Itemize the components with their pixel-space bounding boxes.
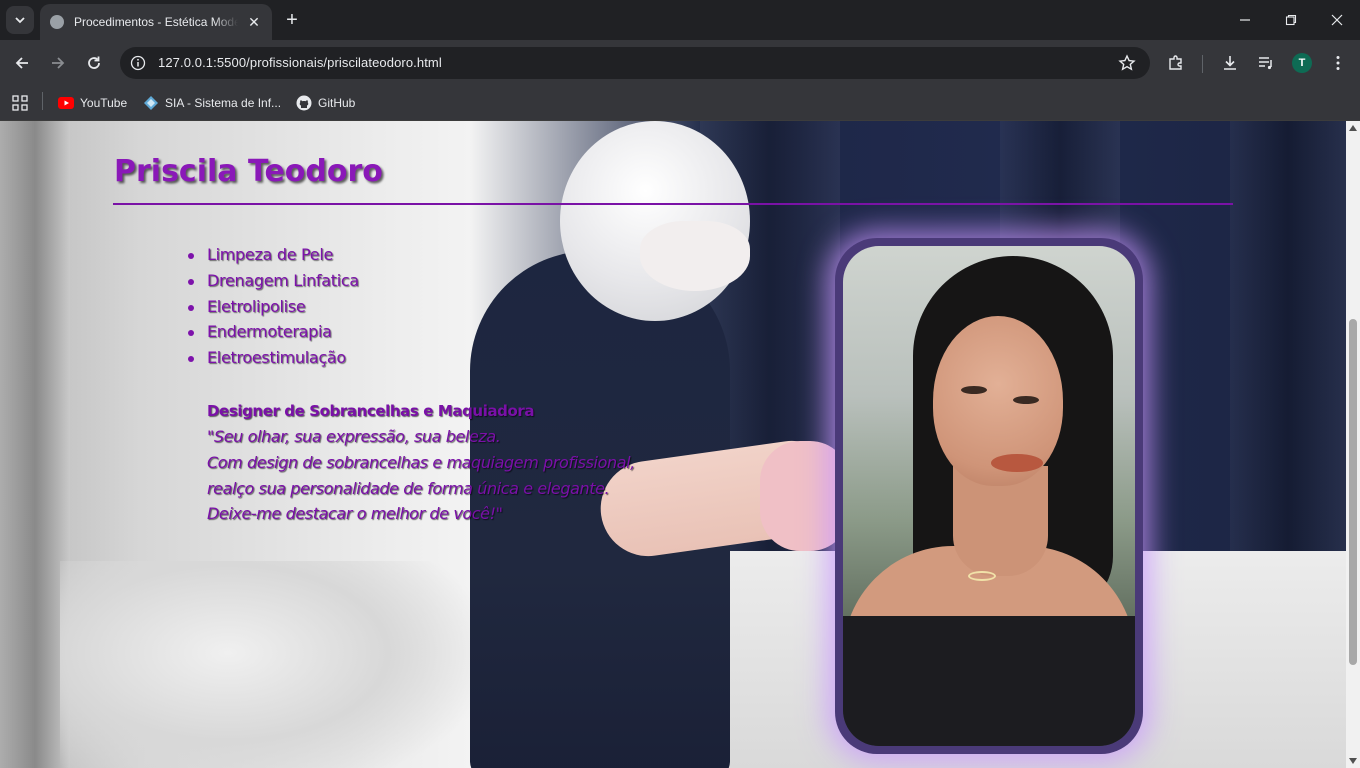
close-icon xyxy=(1331,14,1343,26)
media-control-button[interactable] xyxy=(1250,47,1282,79)
title-divider xyxy=(113,203,1233,205)
bookmark-label: GitHub xyxy=(318,96,356,110)
minimize-icon xyxy=(1240,19,1250,21)
arrow-left-icon xyxy=(15,57,28,69)
extensions-button[interactable] xyxy=(1160,47,1192,79)
page-title: Priscila Teodoro xyxy=(114,154,383,189)
forward-button[interactable] xyxy=(42,47,74,79)
new-tab-button[interactable]: + xyxy=(282,9,302,31)
playlist-icon xyxy=(1259,57,1272,70)
tab-search-button[interactable] xyxy=(6,6,34,34)
profile-content: Priscila Teodoro Limpeza de Pele Drenage… xyxy=(0,121,1346,768)
download-icon xyxy=(1224,56,1236,70)
photo-eye xyxy=(961,386,987,394)
profile-photo xyxy=(843,246,1135,746)
list-item: Endermoterapia xyxy=(188,322,359,348)
bio-quote-line: realço sua personalidade de forma única … xyxy=(207,478,610,498)
list-item: Limpeza de Pele xyxy=(188,245,359,271)
site-info-icon[interactable] xyxy=(130,55,146,71)
apps-button[interactable] xyxy=(12,92,34,114)
scroll-thumb[interactable] xyxy=(1349,319,1357,665)
minimize-button[interactable] xyxy=(1222,0,1268,40)
browser-tab-active[interactable]: Procedimentos - Estética Moderna ✕ xyxy=(40,4,272,40)
bio-role: Designer de Sobrancelhas e Maquiadora xyxy=(207,402,535,420)
close-window-button[interactable] xyxy=(1314,0,1360,40)
list-item: Eletroestimulação xyxy=(188,348,359,374)
tab-title: Procedimentos - Estética Moderna xyxy=(74,15,238,29)
profile-avatar[interactable]: T xyxy=(1292,53,1312,73)
restore-icon xyxy=(1285,14,1297,26)
restore-button[interactable] xyxy=(1268,0,1314,40)
photo-eye xyxy=(1013,396,1039,404)
globe-icon xyxy=(50,15,64,29)
list-item: Eletrolipolise xyxy=(188,297,359,323)
scroll-up-arrow-icon[interactable] xyxy=(1349,125,1357,131)
browser-menu-button[interactable] xyxy=(1322,47,1354,79)
photo-lips xyxy=(991,454,1043,472)
youtube-icon xyxy=(58,97,74,109)
bookmark-label: YouTube xyxy=(80,96,128,110)
bio-section: Designer de Sobrancelhas e Maquiadora "S… xyxy=(207,402,635,530)
bookmark-label: SIA - Sistema de Inf... xyxy=(165,96,282,110)
apps-grid-icon xyxy=(12,95,28,111)
page-viewport: Priscila Teodoro Limpeza de Pele Drenage… xyxy=(0,121,1346,768)
bookmarks-bar: YouTube SIA - Sistema de Inf... GitHub xyxy=(0,86,1360,121)
url-text[interactable]: 127.0.0.1:5500/profissionais/priscilateo… xyxy=(158,55,442,70)
back-button[interactable] xyxy=(6,47,38,79)
github-icon xyxy=(296,95,312,111)
page-scrollbar[interactable] xyxy=(1346,121,1360,768)
bookmark-youtube[interactable]: YouTube xyxy=(58,92,127,114)
services-list: Limpeza de Pele Drenagem Linfatica Eletr… xyxy=(188,245,359,374)
address-bar[interactable]: 127.0.0.1:5500/profissionais/priscilateo… xyxy=(120,47,1150,79)
bookmark-sia[interactable]: SIA - Sistema de Inf... xyxy=(143,92,281,114)
bookmark-github[interactable]: GitHub xyxy=(296,92,355,114)
toolbar-divider xyxy=(1202,55,1203,73)
photo-necklace xyxy=(968,571,996,581)
downloads-button[interactable] xyxy=(1214,47,1246,79)
browser-toolbar: 127.0.0.1:5500/profissionais/priscilateo… xyxy=(0,40,1360,86)
bio-quote-line: Com design de sobrancelhas e maquiagem p… xyxy=(207,452,635,472)
sia-icon xyxy=(144,96,158,110)
puzzle-icon xyxy=(1169,55,1182,70)
more-vert-icon xyxy=(1336,56,1340,70)
reload-icon xyxy=(88,56,100,69)
scroll-down-arrow-icon[interactable] xyxy=(1349,758,1357,764)
photo-top xyxy=(843,616,1135,746)
bookmarks-divider xyxy=(42,92,43,110)
list-item: Drenagem Linfatica xyxy=(188,271,359,297)
title-bar: Procedimentos - Estética Moderna ✕ + xyxy=(0,0,1360,40)
profile-photo-frame xyxy=(835,238,1143,754)
reload-button[interactable] xyxy=(78,47,110,79)
chevron-down-icon xyxy=(15,17,25,24)
bookmark-star-icon[interactable] xyxy=(1118,54,1136,72)
arrow-right-icon xyxy=(52,57,65,69)
bio-quote-line: Deixe-me destacar o melhor de você!" xyxy=(207,504,503,524)
close-tab-icon[interactable]: ✕ xyxy=(246,14,262,31)
bio-quote-line: "Seu olhar, sua expressão, sua beleza. xyxy=(207,427,501,446)
